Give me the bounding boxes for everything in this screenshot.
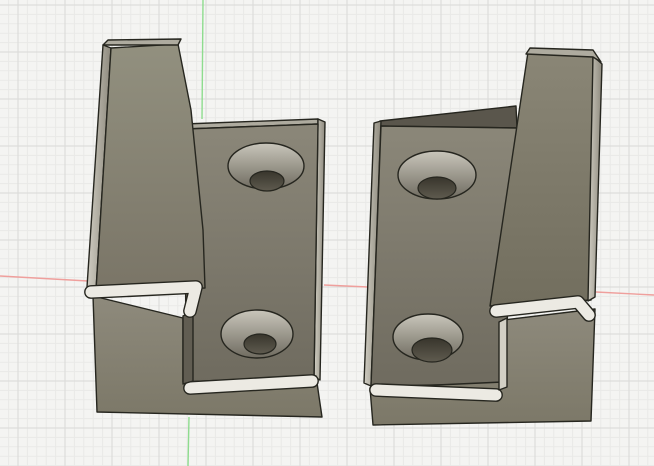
x-axis-line[interactable] xyxy=(596,292,654,295)
bracket-right[interactable] xyxy=(364,48,602,425)
countersunk-hole-lower-bore[interactable] xyxy=(244,334,276,354)
plate-bottom-bevel-highlight[interactable] xyxy=(190,381,312,388)
viewport-3d-canvas[interactable] xyxy=(0,0,654,466)
countersunk-hole-lower-bore[interactable] xyxy=(412,338,452,362)
wall-front-face[interactable] xyxy=(96,44,205,290)
plate-bottom-bevel-highlight[interactable] xyxy=(376,390,496,395)
countersunk-hole-upper-bore[interactable] xyxy=(250,171,284,191)
wall-top-edge-face[interactable] xyxy=(103,39,181,45)
plate-top-edge-face[interactable] xyxy=(380,106,517,128)
cad-viewport[interactable] xyxy=(0,0,654,466)
y-axis-line[interactable] xyxy=(188,417,189,466)
y-axis-line[interactable] xyxy=(202,0,203,119)
step-side-face[interactable] xyxy=(183,311,193,384)
step-side-face[interactable] xyxy=(499,318,507,390)
countersunk-hole-upper-bore[interactable] xyxy=(418,177,456,199)
model-bodies xyxy=(87,39,602,425)
